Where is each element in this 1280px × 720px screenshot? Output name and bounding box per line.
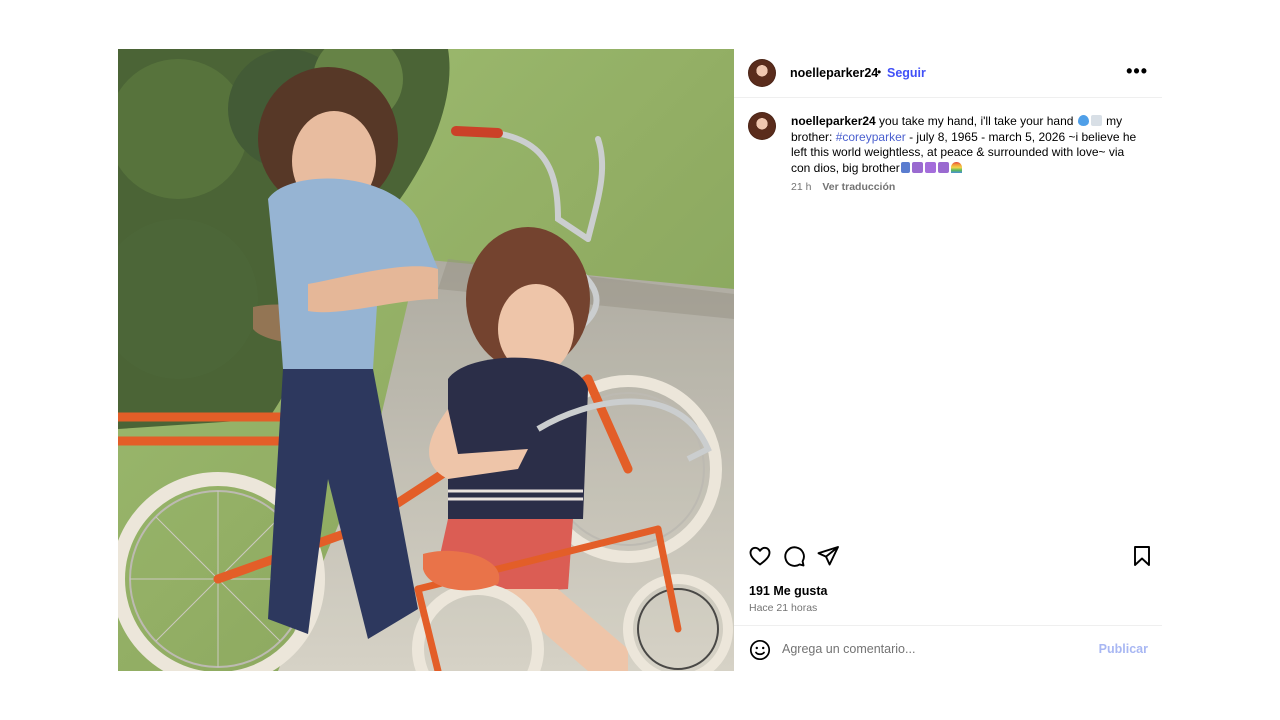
heart-icon[interactable] (748, 544, 772, 568)
dove-icon (1090, 115, 1102, 126)
action-bar (734, 544, 1162, 574)
photo-image (118, 49, 734, 671)
posted-time: Hace 21 horas (749, 602, 818, 614)
rainbow-icon (950, 161, 962, 173)
pisces-icon (911, 161, 923, 173)
separator-dot: • (877, 65, 882, 79)
caption-meta: 21 h Ver traducción (791, 181, 895, 193)
see-translation-link[interactable]: Ver traducción (822, 181, 895, 193)
caption-time: 21 h (791, 181, 812, 193)
post-header: noelleparker24 • Seguir ••• (734, 49, 1162, 98)
follow-button[interactable]: Seguir (887, 66, 926, 80)
share-icon[interactable] (816, 544, 840, 568)
post-details-panel: noelleparker24 • Seguir ••• noelleparker… (734, 49, 1162, 671)
comment-icon[interactable] (782, 544, 806, 568)
author-username[interactable]: noelleparker24 (790, 66, 878, 80)
comment-input[interactable] (782, 638, 1082, 660)
hashtag-link[interactable]: #coreyparker (836, 130, 906, 144)
author-avatar[interactable] (748, 59, 776, 87)
heart-box-icon (924, 161, 936, 173)
more-options-icon[interactable]: ••• (1126, 61, 1148, 82)
caption-author-avatar[interactable] (748, 112, 776, 140)
caption-part-1: you take my hand, i'll take your hand (875, 114, 1077, 128)
smiley-icon[interactable] (748, 638, 772, 662)
peace-icon (937, 161, 949, 173)
blue-heart-icon (1077, 115, 1089, 126)
comment-bar: Publicar (734, 625, 1162, 672)
caption-text: noelleparker24 you take my hand, i'll ta… (791, 114, 1141, 176)
publish-button[interactable]: Publicar (1099, 642, 1148, 656)
person-blue-icon (900, 161, 910, 173)
likes-count[interactable]: 191 Me gusta (749, 584, 828, 598)
bookmark-icon[interactable] (1130, 544, 1154, 568)
caption-username[interactable]: noelleparker24 (791, 114, 876, 128)
post-photo[interactable] (118, 49, 734, 671)
